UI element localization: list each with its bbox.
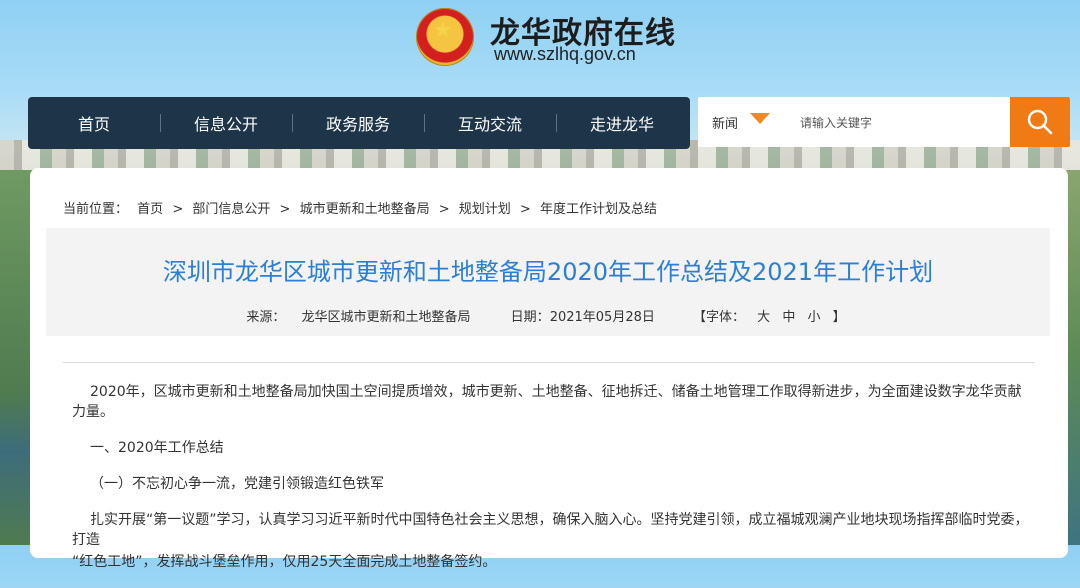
scenery-left: [0, 170, 34, 545]
source-value: 龙华区城市更新和土地整备局: [301, 310, 471, 325]
paragraph: 扎实开展“第一议题”学习，认真学习习近平新时代中国特色社会主义思想，确保入脑入心…: [72, 512, 1029, 548]
section-heading: 一、2020年工作总结: [90, 440, 224, 456]
breadcrumb-annual-summary[interactable]: 年度工作计划及总结: [540, 202, 657, 217]
breadcrumb-separator: >: [279, 202, 291, 217]
search-bar: 新闻: [698, 97, 1070, 147]
main-nav: 首页 信息公开 政务服务 互动交流 走进龙华: [28, 97, 690, 149]
nav-item-interaction[interactable]: 互动交流: [424, 111, 556, 135]
breadcrumb-separator: >: [438, 202, 450, 217]
search-input[interactable]: [798, 111, 1002, 135]
breadcrumb-plans[interactable]: 规划计划: [459, 202, 511, 217]
divider: [63, 362, 1035, 363]
article-title: 深圳市龙华区城市更新和土地整备局2020年工作总结及2021年工作计划: [162, 258, 934, 286]
article-header: 深圳市龙华区城市更新和土地整备局2020年工作总结及2021年工作计划 来源： …: [46, 228, 1050, 336]
breadcrumb-home[interactable]: 首页: [137, 202, 163, 217]
date-value: 2021年05月28日: [549, 310, 655, 325]
breadcrumb-separator: >: [172, 202, 184, 217]
font-size-close: 】: [832, 310, 846, 325]
search-category-select[interactable]: 新闻: [712, 113, 738, 132]
nav-item-about-longhua[interactable]: 走进龙华: [556, 111, 688, 135]
font-size-medium[interactable]: 中: [782, 310, 795, 325]
article-meta: 来源： 龙华区城市更新和土地整备局 日期：2021年05月28日 【字体： 大 …: [46, 306, 1050, 325]
search-icon: [1027, 109, 1053, 135]
breadcrumb-prefix: 当前位置：: [63, 202, 129, 217]
font-size-label: 【字体：: [693, 310, 746, 325]
subsection-heading: （一）不忘初心争一流，党建引领锻造红色铁军: [90, 476, 384, 492]
breadcrumb-separator: >: [519, 202, 531, 217]
content-panel: 当前位置： 首页 > 部门信息公开 > 城市更新和土地整备局 > 规划计划 > …: [30, 168, 1068, 570]
article-body: 2020年，区城市更新和土地整备局加快国土空间提质增效，城市更新、土地整备、征地…: [72, 382, 1032, 588]
font-size-small[interactable]: 小: [807, 310, 820, 325]
breadcrumb-dept-info[interactable]: 部门信息公开: [192, 202, 270, 217]
nav-item-info-disclosure[interactable]: 信息公开: [160, 111, 292, 135]
nav-item-government-services[interactable]: 政务服务: [292, 111, 424, 135]
font-size-large[interactable]: 大: [757, 310, 770, 325]
source-label: 来源：: [246, 310, 286, 325]
site-url: www.szlhq.gov.cn: [494, 44, 636, 64]
search-button[interactable]: [1010, 97, 1070, 147]
paragraph: 2020年，区城市更新和土地整备局加快国土空间提质增效，城市更新、土地整备、征地…: [72, 384, 1022, 420]
font-size-control: 【字体： 大 中 小 】: [689, 310, 850, 325]
breadcrumb: 当前位置： 首页 > 部门信息公开 > 城市更新和土地整备局 > 规划计划 > …: [63, 198, 662, 217]
breadcrumb-bureau[interactable]: 城市更新和土地整备局: [300, 202, 430, 217]
chevron-down-icon[interactable]: [750, 113, 770, 124]
date-label: 日期：: [510, 310, 550, 325]
national-emblem-icon: ★: [416, 8, 474, 66]
scenery-right: [1066, 170, 1080, 545]
paragraph-continuation: “红色工地”，发挥战斗堡垒作用，仅用25天全面完成土地整备签约。: [72, 554, 497, 570]
nav-item-home[interactable]: 首页: [28, 111, 160, 135]
